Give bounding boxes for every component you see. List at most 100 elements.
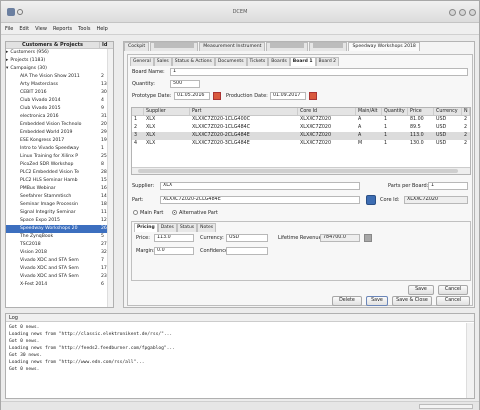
tab-obscured-3[interactable] [309, 42, 348, 51]
log-scrollbar[interactable] [466, 323, 474, 398]
save-part-button[interactable]: Save [408, 285, 434, 295]
column-header-id[interactable]: Id [99, 42, 113, 48]
tree-item-campaign[interactable]: CEBIT 2016 30 [6, 89, 113, 97]
tree-item-campaign[interactable]: Club Vivado 2014 4 [6, 97, 113, 105]
tree-item-campaign[interactable]: PLC2 HLS Seminar Hamb 15 [6, 177, 113, 185]
tab-cockpit[interactable]: Cockpit [124, 42, 150, 51]
column-header[interactable]: Currency [434, 108, 462, 115]
tab-documents[interactable]: Documents [214, 57, 247, 66]
currency-field[interactable]: USD [226, 234, 268, 242]
menu-file[interactable]: File [1, 23, 15, 32]
part-field[interactable]: XLXXC7Z020-2CLG484E [160, 196, 360, 204]
production-date-field[interactable]: 01.09.2017 [270, 92, 306, 100]
tree-item-campaign[interactable]: Embedded World 2019 29 [6, 129, 113, 137]
table-row[interactable]: 1 XLX XLXXC7Z020-1CLG400C XLXXC7Z020 A 1 81.00… [132, 116, 470, 124]
menu-view[interactable]: View [31, 23, 49, 32]
tree-item-campaign[interactable]: Vivado XDC and STA Sem 7 [6, 257, 113, 265]
tab-general[interactable]: General [130, 57, 154, 66]
tab-speedway-workshops[interactable]: Speedway Workshops 2018 [348, 42, 420, 51]
margin-field[interactable]: 0.0 [154, 247, 194, 255]
column-header[interactable]: Part [190, 108, 298, 115]
panel-splitter[interactable] [115, 41, 121, 308]
tree-item-campaign[interactable]: Seminar Image Processin 18 [6, 201, 113, 209]
tree-item-campaign[interactable]: AIA The Vision Show 2011 2 [6, 73, 113, 81]
scroll-thumb[interactable] [138, 169, 458, 173]
column-header[interactable] [132, 108, 144, 115]
tree-item-campaign[interactable]: Vivado XDC and STA Sem 17 [6, 265, 113, 273]
tab-obscured-2[interactable] [266, 42, 309, 51]
tab-tickets[interactable]: Tickets [246, 57, 269, 66]
tree-item-campaign[interactable]: Space Expo 2015 12 [6, 217, 113, 225]
alternative-part-radio[interactable] [172, 210, 177, 215]
tab-status-actions[interactable]: Status & Actions [171, 57, 215, 66]
close-icon[interactable] [469, 9, 476, 16]
tree-item-campaign[interactable]: The ZynqBook 5 [6, 233, 113, 241]
tree-item-campaign[interactable]: Arty Masterclass 13 [6, 81, 113, 89]
menu-tools[interactable]: Tools [74, 23, 92, 32]
maximize-icon[interactable] [459, 9, 466, 16]
tree-item-campaign[interactable]: TSC2018 27 [6, 241, 113, 249]
tree-item-campaign[interactable]: Embedded Vision Technolo 20 [6, 121, 113, 129]
delete-button[interactable]: Delete [332, 296, 362, 306]
menu-reports[interactable]: Reports [49, 23, 74, 32]
column-header[interactable]: Supplier [144, 108, 190, 115]
table-row[interactable]: 2 XLX XLXXC7Z020-1CLG484C XLXXC7Z020 A 1 89.5 U… [132, 124, 470, 132]
calculator-icon[interactable] [364, 234, 372, 242]
table-row[interactable]: 4 XLX XLXXC7Z020-3CLG484E XLXXC7Z020 M 1 130.0… [132, 140, 470, 148]
column-header-name[interactable]: Customers & Projects [6, 42, 99, 48]
tree-item-campaign[interactable]: Intro to Vivado Speedway 1 [6, 145, 113, 153]
tree-item-campaign[interactable]: electronica 2016 31 [6, 113, 113, 121]
tab-sales[interactable]: Sales [153, 57, 172, 66]
tree-item-campaign[interactable]: PLC2 Embedded Vision Te 28 [6, 169, 113, 177]
tab-pricing[interactable]: Pricing [134, 223, 158, 232]
tree-item-campaign[interactable]: Signal Integrity Seminar 11 [6, 209, 113, 217]
menu-edit[interactable]: Edit [15, 23, 31, 32]
quantity-field[interactable]: 500 [170, 80, 200, 88]
column-header[interactable]: Price [408, 108, 434, 115]
save-close-button[interactable]: Save & Close [392, 296, 432, 306]
calendar-icon[interactable] [309, 92, 317, 100]
tree-node[interactable]: ▸ Projects (1183) [6, 57, 113, 65]
price-field[interactable]: 113.0 [154, 234, 194, 242]
parts-per-board-field[interactable]: 1 [428, 182, 468, 190]
column-header[interactable]: Quantity [382, 108, 408, 115]
tree-item-campaign[interactable]: Vivado XDC and STA Sem 23 [6, 273, 113, 281]
tab-notes[interactable]: Notes [197, 223, 217, 232]
tree-item-campaign[interactable]: PMBus Webinar 16 [6, 185, 113, 193]
menu-help[interactable]: Help [92, 23, 109, 32]
tab-dates[interactable]: Dates [157, 223, 177, 232]
board-name-field[interactable]: 1 [170, 68, 468, 76]
tree-node[interactable]: ▸ Customers (956) [6, 49, 113, 57]
supplier-field[interactable]: XLX [160, 182, 360, 190]
tree-item-campaign[interactable]: Seefahrer Stammtisch 14 [6, 193, 113, 201]
tab-board-1[interactable]: Board 1 [289, 57, 316, 66]
tree-item-campaign[interactable]: Club Vivado 2015 9 [6, 105, 113, 113]
table-row[interactable]: 3 XLX XLXXC7Z020-2CLG484E XLXXC7Z020 A 1 113.0… [132, 132, 470, 140]
tab-board-2[interactable]: Board 2 [315, 57, 340, 66]
tree-item-campaign[interactable]: Speedway Workshops 20 26 [6, 225, 113, 233]
confidence-field[interactable] [226, 247, 268, 255]
tree-item-campaign[interactable]: ESE Kongress 2017 19 [6, 137, 113, 145]
tree-node[interactable]: ▾ Campaigns (30) [6, 65, 113, 73]
main-part-radio[interactable] [133, 210, 138, 215]
column-header[interactable]: Main/Alt [356, 108, 382, 115]
tab-obscured-1[interactable] [150, 42, 199, 51]
column-header[interactable]: N [462, 108, 470, 115]
tab-measurement-instrument[interactable]: Measurement Instrument [199, 42, 266, 51]
tree-item-campaign[interactable]: PicoZed SDR Workshop 8 [6, 161, 113, 169]
tab-boards[interactable]: Boards [268, 57, 290, 66]
tab-status[interactable]: Status [176, 223, 198, 232]
cancel-button[interactable]: Cancel [436, 296, 470, 306]
column-header[interactable]: Core Id [298, 108, 356, 115]
cancel-part-button[interactable]: Cancel [438, 285, 468, 295]
tree-item-campaign[interactable]: Linux Training for Xilinx P 25 [6, 153, 113, 161]
prototype-date-field[interactable]: 01.05.2016 [174, 92, 210, 100]
minimize-icon[interactable] [449, 9, 456, 16]
save-button[interactable]: Save [366, 296, 388, 306]
tree-item-campaign[interactable]: X-Fest 2014 6 [6, 281, 113, 289]
part-lookup-icon[interactable] [366, 195, 376, 205]
table-horizontal-scrollbar[interactable] [132, 167, 470, 174]
tree-item-campaign[interactable]: Vision 2018 32 [6, 249, 113, 257]
tree-scrollbar[interactable] [107, 49, 113, 307]
calendar-icon[interactable] [213, 92, 221, 100]
